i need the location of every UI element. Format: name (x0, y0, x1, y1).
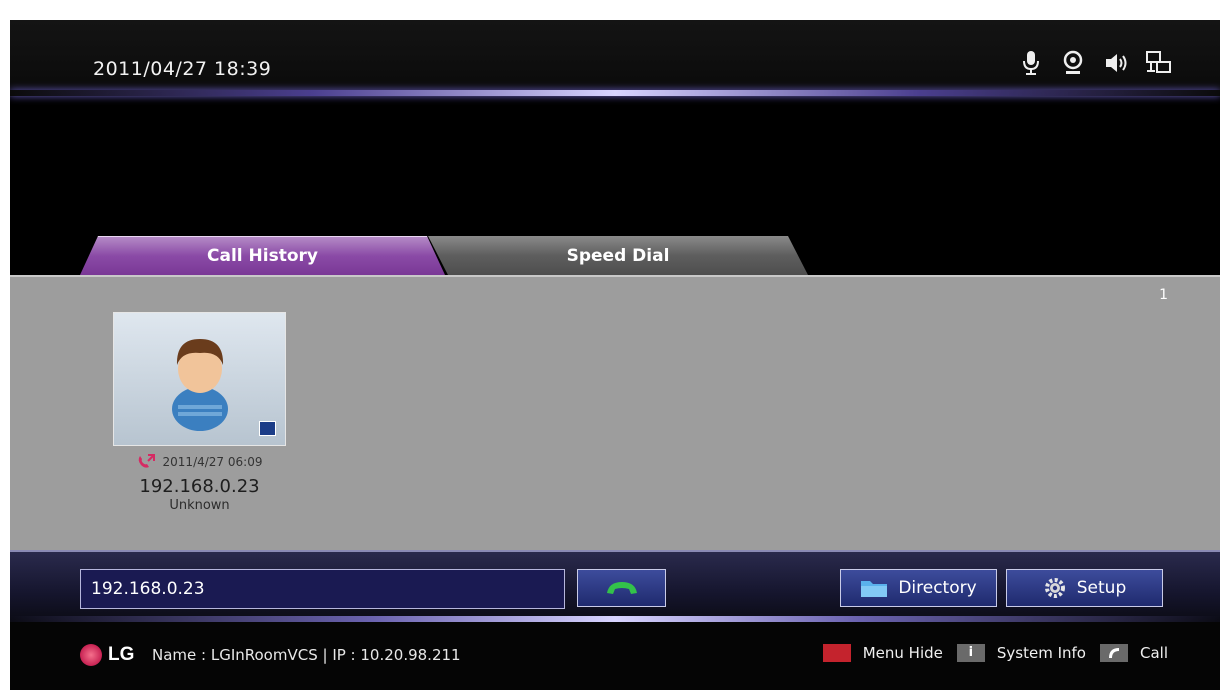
status-icons (1020, 50, 1171, 76)
top-glow-divider (10, 90, 1220, 96)
phone-icon (606, 582, 637, 594)
call-address: 192.168.0.23 (139, 476, 260, 497)
legend-call: Call (1099, 644, 1168, 662)
call-history-item[interactable]: 2011/4/27 06:09 192.168.0.23 Unknown (113, 312, 286, 513)
folder-icon (861, 581, 888, 597)
call-history-panel: 1 2011/4/27 06:09 192.168.0.23 Unknown (10, 275, 1220, 550)
vcs-screen: 2011/04/27 18:39 Speed Dial Call History… (10, 20, 1220, 690)
legend-system-info-label: System Info (996, 644, 1086, 662)
datetime: 2011/04/27 18:39 (93, 58, 272, 80)
footer-bar: LG Name : LGInRoomVCS | IP : 10.20.98.21… (10, 622, 1220, 690)
contact-badge-icon (259, 421, 276, 436)
directory-label: Directory (898, 578, 977, 598)
top-status-bar: 2011/04/27 18:39 (10, 20, 1220, 97)
key-legend: Menu Hide i System Info Call (822, 644, 1168, 662)
microphone-icon (1020, 50, 1042, 76)
tab-speed-dial-label: Speed Dial (566, 245, 670, 266)
page-number: 1 (1159, 287, 1168, 303)
setup-label: Setup (1076, 578, 1127, 598)
dial-address-input[interactable] (80, 569, 565, 609)
system-name-ip: Name : LGInRoomVCS | IP : 10.20.98.211 (152, 646, 461, 664)
dial-bar: Directory Setup (10, 550, 1220, 622)
lg-logo-icon (80, 644, 102, 666)
tab-call-history-label: Call History (207, 246, 318, 266)
lg-logo: LG (80, 644, 134, 666)
webcam-icon (1062, 50, 1084, 76)
info-key-icon: i (956, 644, 985, 662)
lg-brand-text: LG (108, 644, 135, 665)
red-key-icon (822, 644, 851, 662)
setup-button[interactable]: Setup (1006, 569, 1163, 607)
gear-icon (1044, 578, 1065, 598)
speaker-icon (1104, 50, 1127, 76)
call-time: 2011/4/27 06:09 (113, 454, 286, 470)
tab-speed-dial[interactable]: Speed Dial (428, 236, 808, 275)
legend-menu-hide: Menu Hide (822, 644, 943, 662)
legend-call-label: Call (1139, 644, 1168, 662)
legend-menu-hide-label: Menu Hide (862, 644, 943, 662)
network-icon (1146, 50, 1171, 76)
tab-call-history[interactable]: Call History (80, 236, 445, 275)
call-button[interactable] (577, 569, 666, 607)
call-key-icon (1099, 644, 1128, 662)
outgoing-call-icon (138, 454, 155, 468)
directory-button[interactable]: Directory (840, 569, 997, 607)
legend-system-info: i System Info (956, 644, 1086, 662)
contact-thumbnail[interactable] (113, 312, 286, 446)
call-contact-name: Unknown (169, 498, 230, 513)
call-time-text: 2011/4/27 06:09 (162, 455, 263, 469)
